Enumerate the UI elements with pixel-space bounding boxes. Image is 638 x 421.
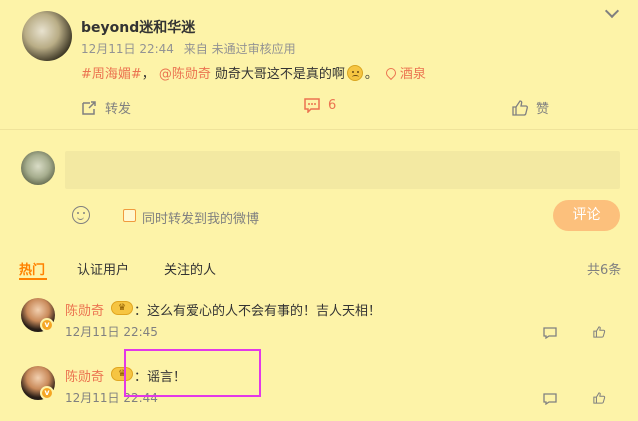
- post-punct: 。: [364, 67, 378, 82]
- like-label: 赞: [536, 102, 550, 117]
- emoji-picker-icon[interactable]: [72, 206, 90, 224]
- post-meta: 12月11日 22:44 来自 未通过审核应用: [81, 40, 302, 57]
- reply-icon[interactable]: [543, 393, 557, 405]
- author-username[interactable]: beyond迷和华迷: [81, 17, 195, 37]
- comment-time: 12月11日 22:45: [65, 325, 158, 339]
- comment-input[interactable]: [65, 151, 620, 189]
- repost-label: 转发: [105, 102, 132, 117]
- thumbs-up-icon: [512, 99, 528, 116]
- comment-total-count: 共6条: [587, 263, 622, 278]
- chevron-down-icon[interactable]: [604, 3, 620, 19]
- my-avatar[interactable]: [21, 151, 55, 185]
- verified-badge-icon: v: [40, 386, 54, 400]
- reply-icon[interactable]: [543, 327, 557, 339]
- like-button[interactable]: 赞: [512, 98, 549, 117]
- comment-text: ：这么有爱心的人不会有事的！吉人天相！: [134, 304, 382, 319]
- tab-hot[interactable]: 热门: [19, 259, 45, 278]
- post-text: 勋奇大哥这不是真的啊: [214, 67, 345, 82]
- verified-badge-icon: v: [40, 318, 54, 332]
- commenter-name[interactable]: 陈勋奇: [65, 300, 104, 319]
- commenter-name[interactable]: 陈勋奇: [65, 366, 104, 385]
- repost-button[interactable]: 转发: [81, 98, 131, 117]
- comment-button[interactable]: 6: [304, 98, 336, 113]
- post-time[interactable]: 12月11日 22:44: [81, 42, 174, 56]
- tab-verified[interactable]: 认证用户: [77, 259, 129, 278]
- author-avatar[interactable]: [22, 11, 72, 61]
- divider: [0, 129, 638, 130]
- thumbs-up-icon[interactable]: [592, 392, 606, 404]
- location-pin-icon: [383, 65, 398, 80]
- tab-hot-underline: [19, 278, 47, 280]
- thumbs-up-icon[interactable]: [592, 326, 606, 338]
- post-content: #周海媚# ， @陈勋奇 勋奇大哥这不是真的啊 。 酒泉: [81, 63, 426, 82]
- crown-badge-icon: ♛: [111, 301, 133, 315]
- post-source: 来自 未通过审核应用: [183, 42, 296, 56]
- mention-link[interactable]: @陈勋奇: [159, 63, 211, 82]
- also-repost-checkbox[interactable]: [123, 209, 136, 222]
- tab-following[interactable]: 关注的人: [164, 259, 216, 278]
- comment-icon: [304, 98, 320, 113]
- location-link[interactable]: 酒泉: [400, 63, 426, 82]
- hashtag-link[interactable]: #周海媚#: [81, 63, 142, 82]
- repost-icon: [82, 100, 96, 115]
- comment-count: 6: [328, 98, 337, 113]
- highlight-box: [124, 349, 261, 397]
- also-repost-label[interactable]: 同时转发到我的微博: [142, 208, 259, 227]
- submit-comment-button[interactable]: 评论: [553, 200, 620, 231]
- separator: ，: [141, 67, 155, 82]
- sad-emoji-icon: [346, 64, 363, 81]
